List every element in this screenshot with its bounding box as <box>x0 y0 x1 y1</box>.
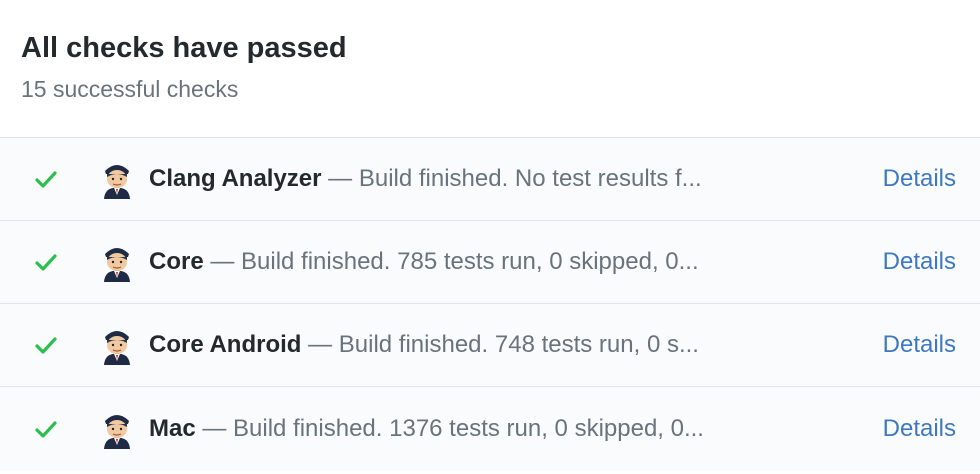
check-name: Core <box>149 248 204 275</box>
check-description: — Build finished. 748 tests run, 0 s... <box>301 331 699 358</box>
check-row: Core — Build finished. 785 tests run, 0 … <box>0 221 980 304</box>
jenkins-avatar-icon <box>104 331 130 365</box>
check-icon <box>35 337 57 354</box>
check-name: Clang Analyzer <box>149 165 322 192</box>
checks-subtitle: 15 successful checks <box>21 76 239 102</box>
check-description: — Build finished. 1376 tests run, 0 skip… <box>195 415 704 442</box>
check-text: Clang Analyzer — Build finished. No test… <box>149 163 789 195</box>
jenkins-avatar-icon <box>104 165 130 199</box>
check-icon <box>35 254 57 271</box>
check-name: Mac <box>149 415 196 442</box>
details-link[interactable]: Details <box>883 165 956 193</box>
check-description: — Build finished. 785 tests run, 0 skipp… <box>203 248 699 275</box>
check-row: Mac — Build finished. 1376 tests run, 0 … <box>0 387 980 471</box>
check-text: Core — Build finished. 785 tests run, 0 … <box>149 246 789 278</box>
details-link[interactable]: Details <box>883 415 956 443</box>
checks-title: All checks have passed <box>21 32 347 64</box>
check-text: Mac — Build finished. 1376 tests run, 0 … <box>149 413 789 445</box>
checks-summary-header: All checks have passed 15 successful che… <box>0 0 980 138</box>
check-name: Core Android <box>149 331 302 358</box>
details-link[interactable]: Details <box>883 331 956 359</box>
jenkins-avatar-icon <box>104 415 130 449</box>
check-icon <box>35 421 57 438</box>
jenkins-avatar-icon <box>104 248 130 282</box>
check-description: — Build finished. No test results f... <box>321 165 702 192</box>
check-icon <box>35 171 57 188</box>
details-link[interactable]: Details <box>883 248 956 276</box>
check-text: Core Android — Build finished. 748 tests… <box>149 329 789 361</box>
check-row: Core Android — Build finished. 748 tests… <box>0 304 980 387</box>
check-row: Clang Analyzer — Build finished. No test… <box>0 138 980 221</box>
checks-list: Clang Analyzer — Build finished. No test… <box>0 138 980 471</box>
